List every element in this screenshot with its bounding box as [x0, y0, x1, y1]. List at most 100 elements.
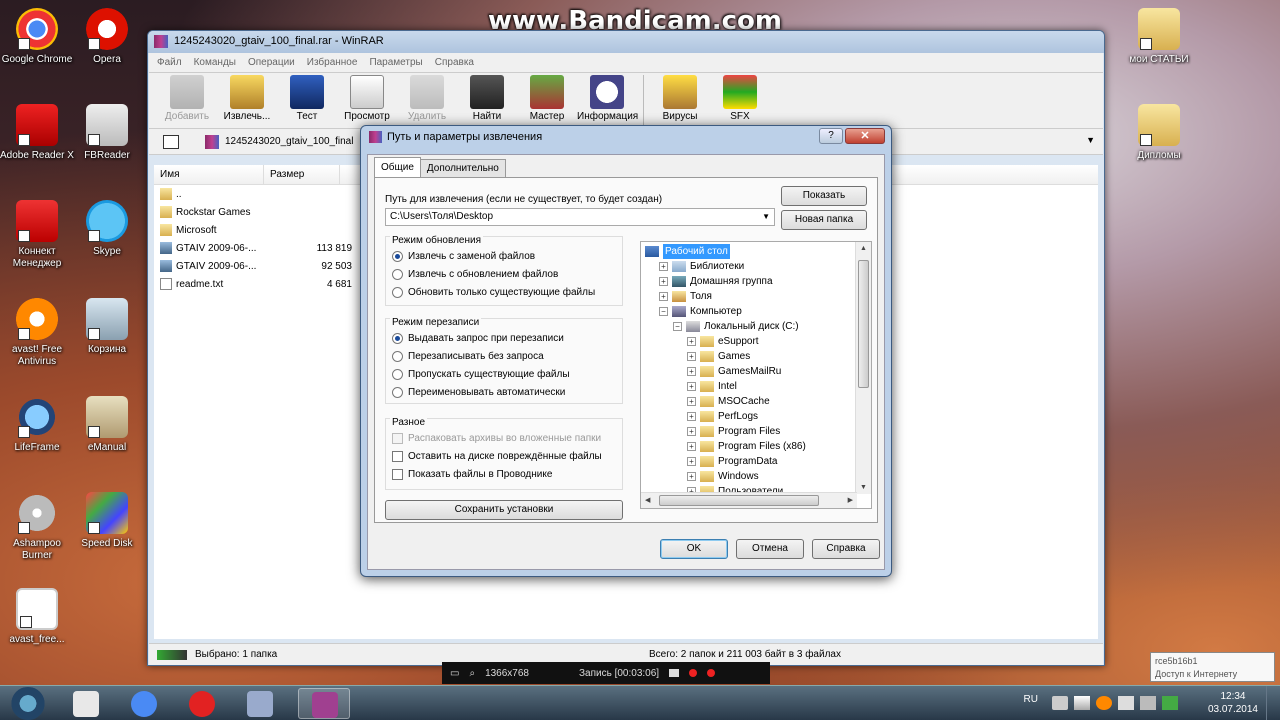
toolbar-button[interactable]: Просмотр [337, 75, 397, 122]
checkbox[interactable] [392, 469, 403, 480]
toolbar-button[interactable]: Найти [457, 75, 517, 122]
show-desktop-button[interactable] [1266, 686, 1280, 720]
radio-option[interactable]: Выдавать запрос при перезаписи [392, 333, 564, 344]
tree-node[interactable]: + ProgramData [687, 454, 777, 469]
desktop-shortcut[interactable]: Коннект Менеджер [0, 200, 74, 270]
expand-icon[interactable]: + [659, 277, 668, 286]
taskbar-item[interactable] [298, 688, 350, 719]
horizontal-scroll-thumb[interactable] [659, 495, 819, 506]
radio-option[interactable]: Извлечь с заменой файлов [392, 251, 535, 262]
toolbar-button[interactable]: Удалить [397, 75, 457, 122]
battery-icon[interactable] [1162, 696, 1178, 710]
show-button[interactable]: Показать [781, 186, 867, 206]
expand-icon[interactable]: + [659, 292, 668, 301]
scroll-down-icon[interactable]: ▼ [860, 484, 867, 491]
flag-icon[interactable] [1074, 696, 1090, 710]
expand-icon[interactable]: + [687, 337, 696, 346]
start-button[interactable] [6, 687, 50, 720]
ok-button[interactable]: OK [660, 539, 728, 559]
desktop-shortcut[interactable]: Дипломы [1122, 104, 1196, 162]
language-indicator[interactable]: RU [1024, 694, 1038, 705]
folder-icon[interactable]: ▭ [450, 668, 459, 679]
collapse-icon[interactable]: − [659, 307, 668, 316]
tab-general[interactable]: Общие [374, 157, 421, 177]
volume-icon[interactable] [1140, 696, 1156, 710]
desktop-shortcut[interactable]: Ashampoo Burner [0, 492, 74, 562]
tree-node[interactable]: + Games [687, 349, 750, 364]
taskbar-item[interactable] [234, 688, 286, 719]
path-dropdown-icon[interactable]: ▼ [1086, 135, 1095, 145]
stop-icon[interactable] [707, 669, 716, 677]
radio-option[interactable]: Обновить только существующие файлы [392, 287, 595, 298]
radio-option[interactable]: Переименовывать автоматически [392, 387, 565, 398]
expand-icon[interactable]: + [687, 382, 696, 391]
tree-node[interactable]: + Windows [687, 469, 759, 484]
dialog-help-icon[interactable]: ? [819, 128, 843, 144]
tree-node[interactable]: + GamesMailRu [687, 364, 781, 379]
tree-node[interactable]: + PerfLogs [687, 409, 758, 424]
expand-icon[interactable]: + [687, 472, 696, 481]
tree-node[interactable]: − Компьютер [659, 304, 742, 319]
cancel-button[interactable]: Отмена [736, 539, 804, 559]
show-hidden-icons-icon[interactable] [1052, 696, 1068, 710]
toolbar-button[interactable]: Мастер [517, 75, 577, 122]
toolbar-button[interactable]: Добавить [157, 75, 217, 122]
scroll-up-icon[interactable]: ▲ [860, 245, 867, 252]
tree-node[interactable]: + eSupport [687, 334, 759, 349]
new-folder-button[interactable]: Новая папка [781, 210, 867, 230]
desktop-shortcut[interactable]: Speed Disk [70, 492, 144, 550]
expand-icon[interactable]: + [687, 397, 696, 406]
path-combo[interactable]: C:\Users\Толя\Desktop ▼ [385, 208, 775, 226]
tree-node[interactable]: + MSOCache [687, 394, 770, 409]
menu-item[interactable]: Справка [435, 57, 474, 68]
tab-advanced[interactable]: Дополнительно [419, 159, 506, 177]
menu-item[interactable]: Команды [194, 57, 236, 68]
menu-item[interactable]: Избранное [307, 57, 358, 68]
scroll-right-icon[interactable]: ▶ [848, 496, 853, 504]
toolbar-button[interactable]: Извлечь... [217, 75, 277, 122]
desktop-shortcut[interactable]: FBReader [70, 104, 144, 162]
radio-button[interactable] [392, 369, 403, 380]
expand-icon[interactable]: + [687, 367, 696, 376]
tree-node[interactable]: Рабочий стол [645, 244, 730, 259]
radio-button[interactable] [392, 387, 403, 398]
winrar-titlebar[interactable]: 1245243020_gtaiv_100_final.rar - WinRAR [148, 31, 1104, 53]
scroll-left-icon[interactable]: ◀ [645, 496, 650, 504]
desktop-shortcut[interactable]: Корзина [70, 298, 144, 356]
radio-button[interactable] [392, 333, 403, 344]
radio-button[interactable] [392, 351, 403, 362]
tree-node[interactable]: + Толя [659, 289, 712, 304]
expand-icon[interactable]: + [687, 442, 696, 451]
column-size-header[interactable]: Размер [264, 165, 340, 184]
toolbar-button[interactable]: Тест [277, 75, 337, 122]
menu-item[interactable]: Параметры [369, 57, 422, 68]
tree-horizontal-scrollbar[interactable]: ◀ ▶ [641, 492, 857, 508]
taskbar-item[interactable] [176, 688, 228, 719]
desktop-shortcut[interactable]: avast! Free Antivirus [0, 298, 74, 368]
radio-button[interactable] [392, 287, 403, 298]
collapse-icon[interactable]: − [673, 322, 682, 331]
tree-node[interactable]: − Локальный диск (C:) [673, 319, 799, 334]
desktop-shortcut[interactable]: LifeFrame [0, 396, 74, 454]
vertical-scroll-thumb[interactable] [858, 260, 869, 388]
search-icon[interactable]: ⌕ [469, 668, 475, 679]
expand-icon[interactable]: + [687, 457, 696, 466]
desktop-shortcut[interactable]: Adobe Reader X [0, 104, 74, 162]
record-icon[interactable] [689, 669, 698, 677]
menu-item[interactable]: Операции [248, 57, 295, 68]
menu-item[interactable]: Файл [157, 57, 182, 68]
desktop-shortcut[interactable]: Skype [70, 200, 144, 258]
radio-option[interactable]: Извлечь с обновлением файлов [392, 269, 558, 280]
radio-option[interactable]: Пропускать существующие файлы [392, 369, 570, 380]
tree-node[interactable]: + Домашняя группа [659, 274, 773, 289]
desktop-shortcut[interactable]: Google Chrome [0, 8, 74, 66]
checkbox-option[interactable]: Оставить на диске повреждённые файлы [392, 451, 602, 462]
dialog-titlebar[interactable]: Путь и параметры извлечения ? ✕ [361, 126, 891, 148]
taskbar-item[interactable] [118, 688, 170, 719]
up-folder-icon[interactable] [163, 134, 179, 149]
toolbar-button[interactable]: SFX [710, 75, 770, 122]
desktop-shortcut[interactable]: eManual [70, 396, 144, 454]
desktop-shortcut[interactable]: Opera [70, 8, 144, 66]
save-settings-button[interactable]: Сохранить установки [385, 500, 623, 520]
toolbar-button[interactable]: Вирусы [650, 75, 710, 122]
